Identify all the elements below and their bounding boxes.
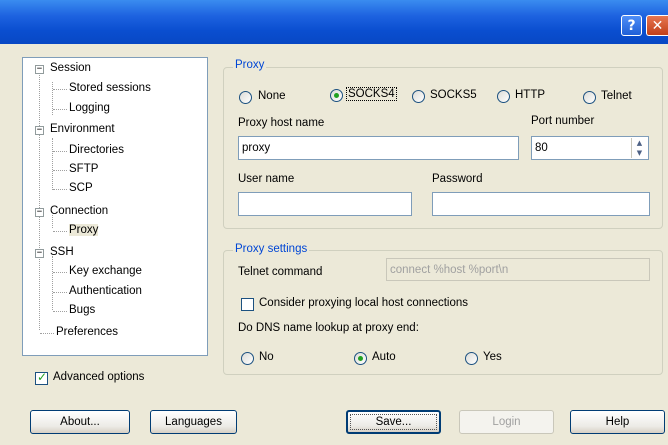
tree-item-directories[interactable]: Directories bbox=[69, 144, 124, 156]
proxy-type-socks5-label: SOCKS5 bbox=[430, 89, 477, 101]
tree-item-sftp[interactable]: SFTP bbox=[69, 163, 98, 175]
proxy-type-socks4-radio[interactable] bbox=[330, 89, 343, 102]
dns-auto-radio[interactable] bbox=[354, 352, 367, 365]
tree-item-ssh[interactable]: SSH bbox=[50, 246, 74, 258]
help-title-button[interactable]: ? bbox=[621, 15, 642, 36]
advanced-options-label: Advanced options bbox=[53, 371, 145, 383]
languages-button[interactable]: Languages bbox=[150, 410, 237, 434]
proxy-type-telnet-label: Telnet bbox=[601, 90, 632, 102]
tree-item-stored-sessions[interactable]: Stored sessions bbox=[69, 82, 151, 94]
consider-local-proxy-label: Consider proxying local host connections bbox=[259, 297, 469, 309]
about-button[interactable]: About... bbox=[30, 410, 130, 434]
password-label: Password bbox=[432, 173, 483, 185]
proxy-type-socks4-label: SOCKS4 bbox=[346, 87, 397, 101]
dns-lookup-label: Do DNS name lookup at proxy end: bbox=[238, 322, 419, 334]
title-bar: ? ✕ bbox=[0, 0, 668, 44]
dns-yes-radio[interactable] bbox=[465, 352, 478, 365]
tree-item-environment[interactable]: Environment bbox=[50, 123, 115, 135]
tree-item-connection[interactable]: Connection bbox=[50, 205, 108, 217]
tree-item-scp[interactable]: SCP bbox=[69, 182, 93, 194]
telnet-command-input[interactable] bbox=[386, 258, 650, 281]
save-button[interactable]: Save... bbox=[346, 410, 441, 434]
proxy-type-socks5-radio[interactable] bbox=[412, 90, 425, 103]
question-icon: ? bbox=[627, 17, 636, 34]
dns-yes-label: Yes bbox=[483, 351, 502, 363]
proxy-type-http-radio[interactable] bbox=[497, 90, 510, 103]
proxy-type-none-radio[interactable] bbox=[239, 91, 252, 104]
tree-item-session[interactable]: Session bbox=[50, 62, 91, 74]
category-tree[interactable]: − − − − Session Stored sessions Logging … bbox=[22, 57, 208, 356]
user-name-label: User name bbox=[238, 173, 295, 185]
tree-item-key-exchange[interactable]: Key exchange bbox=[69, 265, 142, 277]
tree-item-bugs[interactable]: Bugs bbox=[69, 304, 95, 316]
login-button[interactable]: Login bbox=[459, 410, 554, 434]
user-name-input[interactable] bbox=[238, 192, 412, 216]
collapse-icon[interactable]: − bbox=[35, 249, 44, 258]
tree-item-proxy[interactable]: Proxy bbox=[69, 224, 99, 236]
dns-no-label: No bbox=[259, 351, 274, 363]
telnet-command-label: Telnet command bbox=[238, 266, 323, 278]
port-number-label: Port number bbox=[531, 115, 595, 127]
consider-local-proxy-checkbox[interactable] bbox=[241, 298, 254, 311]
collapse-icon[interactable]: − bbox=[35, 65, 44, 74]
advanced-options-checkbox[interactable] bbox=[35, 370, 48, 385]
proxy-type-telnet-radio[interactable] bbox=[583, 91, 596, 104]
proxy-settings-group-title: Proxy settings bbox=[233, 243, 310, 255]
close-icon: ✕ bbox=[651, 17, 664, 34]
help-button[interactable]: Help bbox=[570, 410, 665, 434]
tree-item-logging[interactable]: Logging bbox=[69, 102, 110, 114]
proxy-group-title: Proxy bbox=[233, 59, 267, 71]
proxy-type-none-label: None bbox=[258, 90, 286, 102]
close-button[interactable]: ✕ bbox=[646, 15, 668, 36]
tree-item-preferences[interactable]: Preferences bbox=[56, 326, 118, 338]
proxy-type-http-label: HTTP bbox=[515, 89, 546, 101]
port-stepper-icon[interactable]: ▲ ▼ bbox=[631, 138, 647, 158]
proxy-host-input[interactable] bbox=[238, 136, 519, 160]
password-input[interactable] bbox=[432, 192, 650, 216]
tree-item-authentication[interactable]: Authentication bbox=[69, 285, 142, 297]
dns-no-radio[interactable] bbox=[241, 352, 254, 365]
dns-auto-label: Auto bbox=[372, 351, 396, 363]
proxy-host-label: Proxy host name bbox=[238, 117, 325, 129]
collapse-icon[interactable]: − bbox=[35, 208, 44, 217]
collapse-icon[interactable]: − bbox=[35, 126, 44, 135]
